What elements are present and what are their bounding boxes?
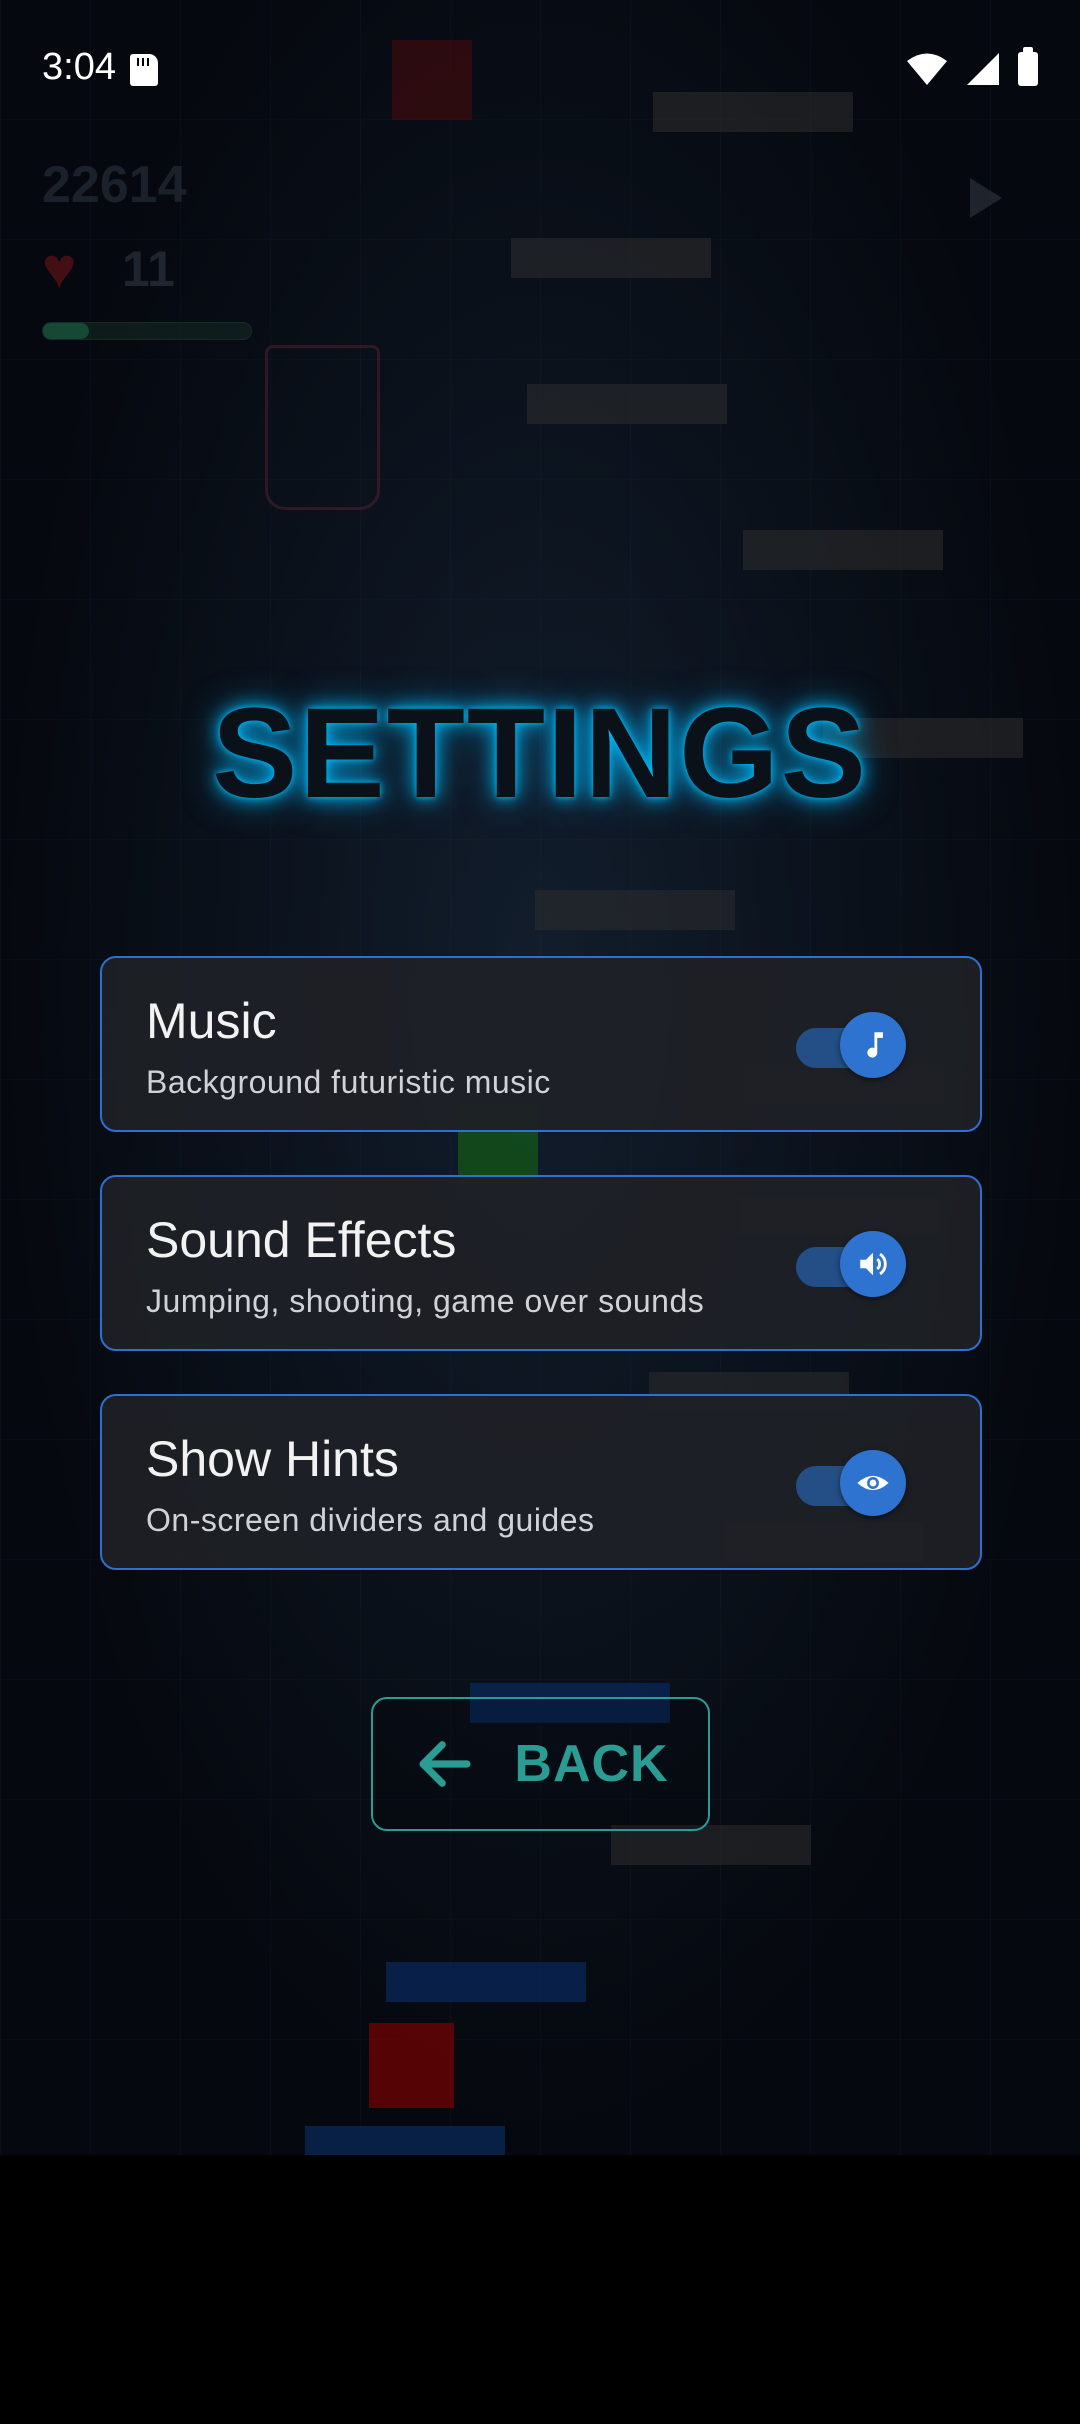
background-progress-bar [42, 322, 252, 340]
background-platform [527, 384, 727, 424]
volume-icon [860, 1252, 887, 1276]
status-time: 3:04 [42, 46, 116, 88]
background-lives: ♥ 11 [42, 240, 175, 298]
signal-icon [967, 53, 999, 85]
status-bar: 3:04 [0, 0, 1080, 140]
setting-subtitle: Background futuristic music [146, 1064, 551, 1100]
arrow-left-icon [419, 1741, 471, 1787]
background-red-block [369, 2023, 454, 2108]
navigation-bar-area [0, 2155, 1080, 2424]
setting-card-show-hints[interactable]: Show Hints On-screen dividers and guides [100, 1394, 982, 1570]
setting-title: Show Hints [146, 1431, 399, 1487]
background-platform [743, 530, 943, 570]
background-platform [511, 238, 711, 278]
setting-title: Sound Effects [146, 1212, 457, 1268]
music-note-icon [867, 1032, 883, 1058]
background-cup [265, 345, 380, 510]
setting-card-sound-effects[interactable]: Sound Effects Jumping, shooting, game ov… [100, 1175, 982, 1351]
heart-icon: ♥ [42, 236, 77, 301]
page-title: SETTINGS [211, 682, 869, 825]
background-lives-count: 11 [122, 241, 175, 297]
background-platform [305, 2126, 505, 2155]
sound-effects-toggle[interactable] [796, 1229, 908, 1301]
eye-icon [857, 1475, 889, 1491]
wifi-icon [907, 53, 947, 85]
music-toggle[interactable] [796, 1010, 908, 1082]
background-progress-fill [43, 323, 89, 339]
background-platform [611, 1825, 811, 1865]
battery-icon [1018, 47, 1038, 86]
background-platform [386, 1962, 586, 2002]
toggle-thumb [840, 1012, 906, 1078]
background-score: 22614 [42, 156, 187, 214]
setting-subtitle: On-screen dividers and guides [146, 1502, 595, 1538]
sd-card-icon [130, 54, 158, 86]
back-button-label: BACK [514, 1735, 669, 1793]
status-icons [906, 47, 1038, 86]
toggle-thumb [840, 1450, 906, 1516]
play-icon [970, 178, 1002, 218]
show-hints-toggle[interactable] [796, 1448, 908, 1520]
background-platform [535, 890, 735, 930]
setting-card-music[interactable]: Music Background futuristic music [100, 956, 982, 1132]
back-button[interactable]: BACK [371, 1697, 710, 1831]
toggle-thumb [840, 1231, 906, 1297]
setting-title: Music [146, 993, 277, 1049]
setting-subtitle: Jumping, shooting, game over sounds [146, 1283, 705, 1319]
